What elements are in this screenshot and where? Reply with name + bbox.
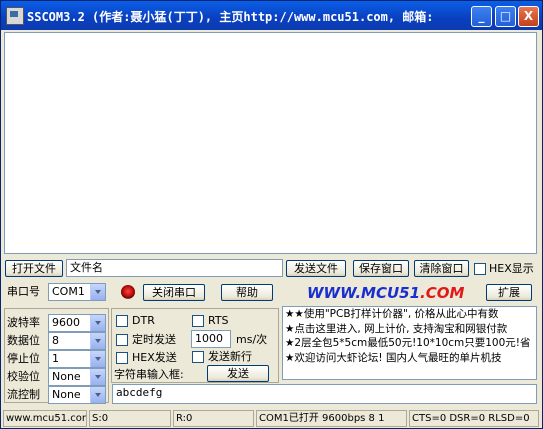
- baud-value: 9600: [52, 316, 80, 329]
- maximize-button[interactable]: □: [495, 6, 516, 27]
- main-window: SSCOM3.2 (作者:聂小猛(丁丁), 主页http://www.mcu51…: [0, 0, 543, 429]
- status-bar: www.mcu51.com S:0 R:0 COM1已打开 9600bps 8 …: [1, 409, 542, 428]
- dtr-label: DTR: [132, 314, 155, 327]
- interval-unit-label: ms/次: [236, 333, 268, 346]
- timed-send-checkbox[interactable]: [116, 334, 128, 346]
- hex-send-label: HEX发送: [132, 351, 177, 364]
- timed-send-label: 定时发送: [132, 333, 176, 346]
- hex-display-checkbox[interactable]: [474, 263, 486, 275]
- port-value: COM1: [52, 285, 85, 298]
- databits-label: 数据位: [7, 334, 40, 347]
- status-sent: S:0: [89, 410, 171, 427]
- interval-input[interactable]: 1000: [191, 330, 231, 348]
- flow-value: None: [52, 388, 81, 401]
- chevron-down-icon[interactable]: [90, 387, 105, 403]
- chevron-down-icon[interactable]: [90, 369, 105, 385]
- parity-value: None: [52, 370, 81, 383]
- send-file-button[interactable]: 发送文件: [286, 260, 346, 277]
- ad-line[interactable]: ★2层全包5*5cm最低50元!10*10cm只要100元!省: [283, 336, 536, 351]
- send-text-input[interactable]: abcdefg: [112, 384, 537, 404]
- receive-area[interactable]: [4, 32, 537, 254]
- parity-select[interactable]: None: [48, 368, 106, 386]
- clear-window-button[interactable]: 清除窗口: [414, 260, 469, 277]
- ads-panel[interactable]: ★★使用"PCB打样计价器", 价格从此心中有数 ★点击这里进入, 网上计价, …: [282, 306, 537, 380]
- baud-label: 波特率: [7, 316, 40, 329]
- baud-select[interactable]: 9600: [48, 314, 106, 332]
- port-status-led-icon: [121, 285, 135, 299]
- stopbits-label: 停止位: [7, 352, 40, 365]
- minimize-button[interactable]: _: [471, 6, 492, 27]
- filename-input[interactable]: 文件名: [66, 259, 283, 277]
- port-label: 串口号: [7, 285, 40, 298]
- app-icon: [6, 7, 24, 25]
- hex-display-label: HEX显示: [489, 262, 534, 275]
- close-port-button[interactable]: 关闭串口: [143, 284, 205, 301]
- ad-line[interactable]: ★★使用"PCB打样计价器", 价格从此心中有数: [283, 307, 536, 322]
- stopbits-select[interactable]: 1: [48, 350, 106, 368]
- title-bar[interactable]: SSCOM3.2 (作者:聂小猛(丁丁), 主页http://www.mcu51…: [1, 1, 542, 30]
- hex-send-checkbox[interactable]: [116, 352, 128, 364]
- input-box-label: 字符串输入框:: [114, 368, 184, 381]
- window-title: SSCOM3.2 (作者:聂小猛(丁丁), 主页http://www.mcu51…: [27, 10, 434, 24]
- status-recv: R:0: [173, 410, 254, 427]
- status-port: COM1已打开 9600bps 8 1: [256, 410, 407, 427]
- site-logo[interactable]: WWW.MCU51.COM: [307, 284, 464, 302]
- ad-line[interactable]: ★点击这里进入, 网上计价, 支持淘宝和网银付款: [283, 322, 536, 337]
- close-button[interactable]: X: [518, 6, 539, 27]
- status-site[interactable]: www.mcu51.com: [3, 410, 87, 427]
- port-select[interactable]: COM1: [48, 283, 106, 301]
- status-signals: CTS=0 DSR=0 RLSD=0: [409, 410, 539, 427]
- rts-checkbox[interactable]: [192, 315, 204, 327]
- parity-label: 校验位: [7, 370, 40, 383]
- send-newline-checkbox[interactable]: [192, 351, 204, 363]
- logo-suffix: .COM: [420, 284, 465, 302]
- databits-select[interactable]: 8: [48, 332, 106, 350]
- dtr-checkbox[interactable]: [116, 315, 128, 327]
- save-window-button[interactable]: 保存窗口: [353, 260, 409, 277]
- send-newline-label: 发送新行: [208, 350, 252, 363]
- chevron-down-icon[interactable]: [90, 333, 105, 349]
- logo-text: WWW.MCU51: [307, 284, 421, 302]
- flow-label: 流控制: [7, 388, 40, 401]
- send-button[interactable]: 发送: [207, 365, 269, 382]
- expand-button[interactable]: 扩展: [486, 284, 532, 301]
- databits-value: 8: [52, 334, 59, 347]
- flow-select[interactable]: None: [48, 386, 106, 404]
- open-file-button[interactable]: 打开文件: [5, 260, 63, 277]
- help-button[interactable]: 帮助: [221, 284, 273, 301]
- chevron-down-icon[interactable]: [90, 351, 105, 367]
- stopbits-value: 1: [52, 352, 59, 365]
- ad-line[interactable]: ★欢迎访问大虾论坛! 国内人气最旺的单片机技: [283, 351, 536, 366]
- rts-label: RTS: [208, 314, 229, 327]
- chevron-down-icon[interactable]: [90, 284, 105, 300]
- chevron-down-icon[interactable]: [90, 315, 105, 331]
